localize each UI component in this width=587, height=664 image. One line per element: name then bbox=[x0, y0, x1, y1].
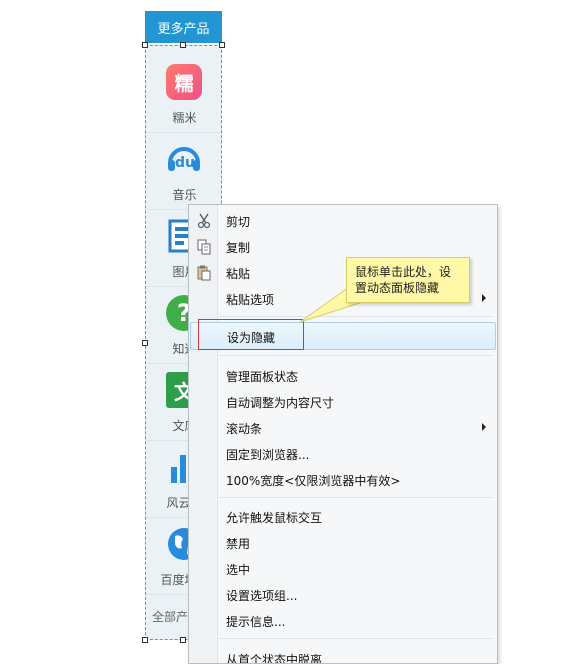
panel-header-label: 更多产品 bbox=[157, 21, 210, 37]
menu-item-detach-from-state[interactable]: 从首个状态中脱离 bbox=[190, 646, 496, 664]
menu-separator bbox=[219, 316, 493, 317]
selection-handle[interactable] bbox=[180, 42, 186, 48]
panel-header[interactable]: 更多产品 bbox=[145, 11, 222, 43]
product-music[interactable]: du 音乐 bbox=[146, 133, 221, 210]
menu-item-label: 100%宽度<仅限浏览器中有效> bbox=[226, 474, 401, 488]
highlight-box bbox=[198, 319, 304, 350]
menu-item-fit-to-content[interactable]: 自动调整为内容尺寸 bbox=[190, 389, 496, 415]
menu-item-label: 剪切 bbox=[226, 215, 251, 229]
menu-item-label: 粘贴 bbox=[226, 267, 251, 281]
nuomi-icon: 糯 bbox=[166, 64, 202, 100]
selection-handle[interactable] bbox=[142, 637, 148, 643]
submenu-arrow-icon bbox=[482, 294, 486, 302]
menu-item-manage-panel-states[interactable]: 管理面板状态 bbox=[190, 363, 496, 389]
menu-item-label: 固定到浏览器... bbox=[226, 448, 310, 462]
submenu-arrow-icon bbox=[482, 423, 486, 431]
menu-separator bbox=[219, 497, 493, 498]
menu-item-label: 设置选项组... bbox=[226, 589, 298, 603]
copy-icon bbox=[197, 239, 211, 255]
paste-icon bbox=[197, 265, 211, 281]
scissors-icon bbox=[197, 213, 211, 229]
menu-item-disable[interactable]: 禁用 bbox=[190, 530, 496, 556]
menu-separator bbox=[219, 355, 493, 356]
menu-item-label: 允许触发鼠标交互 bbox=[226, 511, 323, 525]
callout-line-1: 鼠标单击此处，设 bbox=[355, 265, 452, 279]
menu-item-allow-mouse-interaction[interactable]: 允许触发鼠标交互 bbox=[190, 504, 496, 530]
product-label: 音乐 bbox=[172, 188, 197, 202]
product-label: 糯米 bbox=[172, 111, 197, 125]
menu-item-pin-to-browser[interactable]: 固定到浏览器... bbox=[190, 441, 496, 467]
menu-item-label: 自动调整为内容尺寸 bbox=[226, 396, 335, 410]
menu-item-full-width[interactable]: 100%宽度<仅限浏览器中有效> bbox=[190, 467, 496, 493]
callout-line-2: 置动态面板隐藏 bbox=[355, 281, 440, 295]
menu-item-label: 从首个状态中脱离 bbox=[226, 653, 323, 664]
menu-item-scrollbars[interactable]: 滚动条 bbox=[190, 415, 496, 441]
menu-item-label: 滚动条 bbox=[226, 422, 263, 436]
menu-item-selected[interactable]: 选中 bbox=[190, 556, 496, 582]
menu-item-label: 提示信息... bbox=[226, 615, 286, 629]
menu-item-label: 禁用 bbox=[226, 537, 251, 551]
product-nuomi[interactable]: 糯 糯米 bbox=[146, 56, 221, 133]
menu-item-label: 粘贴选项 bbox=[226, 293, 275, 307]
menu-item-label: 管理面板状态 bbox=[226, 370, 299, 384]
callout-note: 鼠标单击此处，设 置动态面板隐藏 bbox=[346, 257, 470, 303]
menu-item-selection-group[interactable]: 设置选项组... bbox=[190, 582, 496, 608]
menu-item-label: 复制 bbox=[226, 241, 251, 255]
selection-handle[interactable] bbox=[180, 637, 186, 643]
menu-separator bbox=[219, 638, 493, 639]
selection-handle[interactable] bbox=[142, 340, 148, 346]
music-icon: du bbox=[166, 141, 202, 177]
menu-item-cut[interactable]: 剪切 bbox=[190, 208, 496, 234]
menu-item-tooltip[interactable]: 提示信息... bbox=[190, 608, 496, 634]
selection-handle[interactable] bbox=[142, 42, 148, 48]
selection-handle[interactable] bbox=[219, 42, 225, 48]
menu-item-label: 选中 bbox=[226, 563, 251, 577]
